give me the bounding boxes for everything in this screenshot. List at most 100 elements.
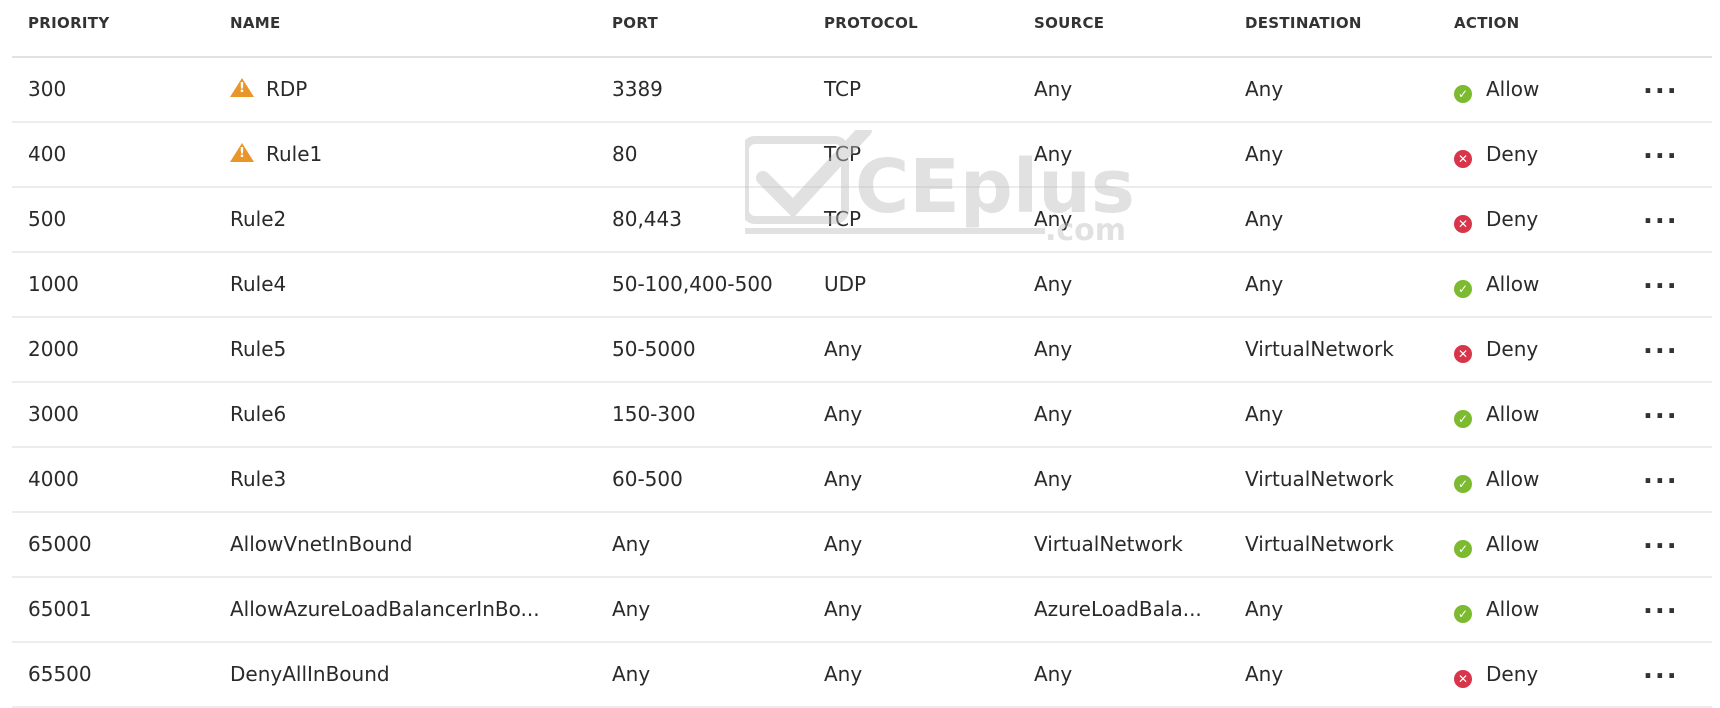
- security-rules-table: PRIORITY NAME PORT PROTOCOL SOURCE DESTI…: [12, 0, 1712, 708]
- rule-action-cell: Allow: [1454, 402, 1539, 428]
- rule-port: Any: [612, 532, 651, 556]
- table-row[interactable]: 65500 DenyAllInBound Any Any Any Any Deny...: [12, 643, 1712, 708]
- rule-priority: 65000: [28, 532, 92, 556]
- rule-source: Any: [1034, 337, 1073, 361]
- rule-name-cell[interactable]: Rule1: [230, 142, 322, 166]
- rule-name: Rule3: [230, 467, 287, 491]
- rule-action: Deny: [1486, 207, 1539, 231]
- more-options-icon[interactable]: ...: [1643, 657, 1679, 683]
- more-options-icon[interactable]: ...: [1643, 397, 1679, 423]
- allow-status-icon: [1454, 605, 1472, 623]
- rule-action: Allow: [1486, 532, 1540, 556]
- allow-status-icon: [1454, 540, 1472, 558]
- table-row[interactable]: 500 Rule2 80,443 TCP Any Any Deny...: [12, 188, 1712, 253]
- column-header-port[interactable]: PORT: [612, 14, 658, 32]
- rule-name: Rule5: [230, 337, 287, 361]
- rule-name-cell[interactable]: DenyAllInBound: [230, 662, 390, 686]
- rule-protocol: Any: [824, 467, 863, 491]
- table-row[interactable]: 1000 Rule4 50-100,400-500 UDP Any Any Allow...: [12, 253, 1712, 318]
- rule-name-cell[interactable]: Rule5: [230, 337, 286, 361]
- rule-destination: Any: [1245, 272, 1284, 296]
- allow-status-icon: [1454, 475, 1472, 493]
- rule-action-cell: Allow: [1454, 532, 1539, 558]
- deny-status-icon: [1454, 670, 1472, 688]
- rule-action-cell: Deny: [1454, 207, 1538, 233]
- column-header-name[interactable]: NAME: [230, 14, 281, 32]
- rule-priority: 3000: [28, 402, 79, 426]
- table-row[interactable]: 4000 Rule3 60-500 Any Any VirtualNetwork Allow…: [12, 448, 1712, 513]
- rule-action-cell: Deny: [1454, 337, 1538, 363]
- more-options-icon[interactable]: ...: [1643, 202, 1679, 228]
- rule-name: Rule4: [230, 272, 287, 296]
- rule-priority: 2000: [28, 337, 79, 361]
- rule-name-cell[interactable]: AllowVnetInBound: [230, 532, 412, 556]
- table-row[interactable]: 65001 AllowAzureLoadBalancerInBo... Any Any…: [12, 578, 1712, 643]
- rule-destination: Any: [1245, 402, 1284, 426]
- table-row[interactable]: 400 Rule1 80 TCP Any Any Deny...: [12, 123, 1712, 188]
- more-options-icon[interactable]: ...: [1643, 137, 1679, 163]
- rule-source: Any: [1034, 272, 1073, 296]
- rule-protocol: Any: [824, 402, 863, 426]
- rule-source: Any: [1034, 207, 1073, 231]
- more-options-icon[interactable]: ...: [1643, 592, 1679, 618]
- rule-name-cell[interactable]: Rule3: [230, 467, 286, 491]
- rule-protocol: Any: [824, 337, 863, 361]
- rule-source: Any: [1034, 142, 1073, 166]
- table-row[interactable]: 2000 Rule5 50-5000 Any Any VirtualNetwork Deny…: [12, 318, 1712, 383]
- rule-name: Rule1: [266, 142, 323, 166]
- rule-name: RDP: [266, 77, 308, 101]
- column-header-priority[interactable]: PRIORITY: [28, 14, 110, 32]
- rule-action: Allow: [1486, 402, 1540, 426]
- rule-name-cell[interactable]: Rule6: [230, 402, 286, 426]
- more-options-icon[interactable]: ...: [1643, 72, 1679, 98]
- rule-source: Any: [1034, 467, 1073, 491]
- table-header: PRIORITY NAME PORT PROTOCOL SOURCE DESTI…: [12, 0, 1712, 58]
- rule-action: Deny: [1486, 662, 1539, 686]
- more-options-icon[interactable]: ...: [1643, 267, 1679, 293]
- rule-protocol: UDP: [824, 272, 867, 296]
- more-options-icon[interactable]: ...: [1643, 527, 1679, 553]
- rule-name-cell[interactable]: Rule4: [230, 272, 286, 296]
- table-row[interactable]: 300 RDP 3389 TCP Any Any Allow...: [12, 58, 1712, 123]
- rule-name-cell[interactable]: Rule2: [230, 207, 286, 231]
- rule-name: Rule6: [230, 402, 287, 426]
- rule-action: Allow: [1486, 77, 1540, 101]
- rule-port: Any: [612, 662, 651, 686]
- rule-source: VirtualNetwork: [1034, 532, 1183, 556]
- column-header-action[interactable]: ACTION: [1454, 14, 1520, 32]
- rule-action-cell: Allow: [1454, 467, 1539, 493]
- rule-destination: Any: [1245, 77, 1284, 101]
- column-header-protocol[interactable]: PROTOCOL: [824, 14, 918, 32]
- allow-status-icon: [1454, 85, 1472, 103]
- rule-protocol: TCP: [824, 142, 862, 166]
- allow-status-icon: [1454, 410, 1472, 428]
- rule-source: Any: [1034, 662, 1073, 686]
- rule-priority: 4000: [28, 467, 79, 491]
- more-options-icon[interactable]: ...: [1643, 332, 1679, 358]
- rule-name: DenyAllInBound: [230, 662, 390, 686]
- rule-name: AllowAzureLoadBalancerInBo...: [230, 597, 540, 621]
- rule-priority: 65500: [28, 662, 92, 686]
- rule-protocol: Any: [824, 532, 863, 556]
- table-row[interactable]: 3000 Rule6 150-300 Any Any Any Allow...: [12, 383, 1712, 448]
- rule-action: Allow: [1486, 467, 1540, 491]
- rule-name-cell[interactable]: AllowAzureLoadBalancerInBo...: [230, 597, 540, 621]
- table-row[interactable]: 65000 AllowVnetInBound Any Any VirtualNetwor…: [12, 513, 1712, 578]
- allow-status-icon: [1454, 280, 1472, 298]
- rule-destination: Any: [1245, 662, 1284, 686]
- rule-action-cell: Allow: [1454, 272, 1539, 298]
- more-options-icon[interactable]: ...: [1643, 462, 1679, 488]
- rule-protocol: Any: [824, 597, 863, 621]
- column-header-source[interactable]: SOURCE: [1034, 14, 1104, 32]
- rule-source: AzureLoadBala...: [1034, 597, 1202, 621]
- rule-port: 3389: [612, 77, 663, 101]
- column-header-destination[interactable]: DESTINATION: [1245, 14, 1362, 32]
- deny-status-icon: [1454, 345, 1472, 363]
- rule-priority: 500: [28, 207, 67, 231]
- rule-port: 150-300: [612, 402, 696, 426]
- rule-priority: 400: [28, 142, 67, 166]
- rule-source: Any: [1034, 77, 1073, 101]
- rule-name-cell[interactable]: RDP: [230, 77, 307, 101]
- rule-port: 80: [612, 142, 638, 166]
- rule-action: Deny: [1486, 142, 1539, 166]
